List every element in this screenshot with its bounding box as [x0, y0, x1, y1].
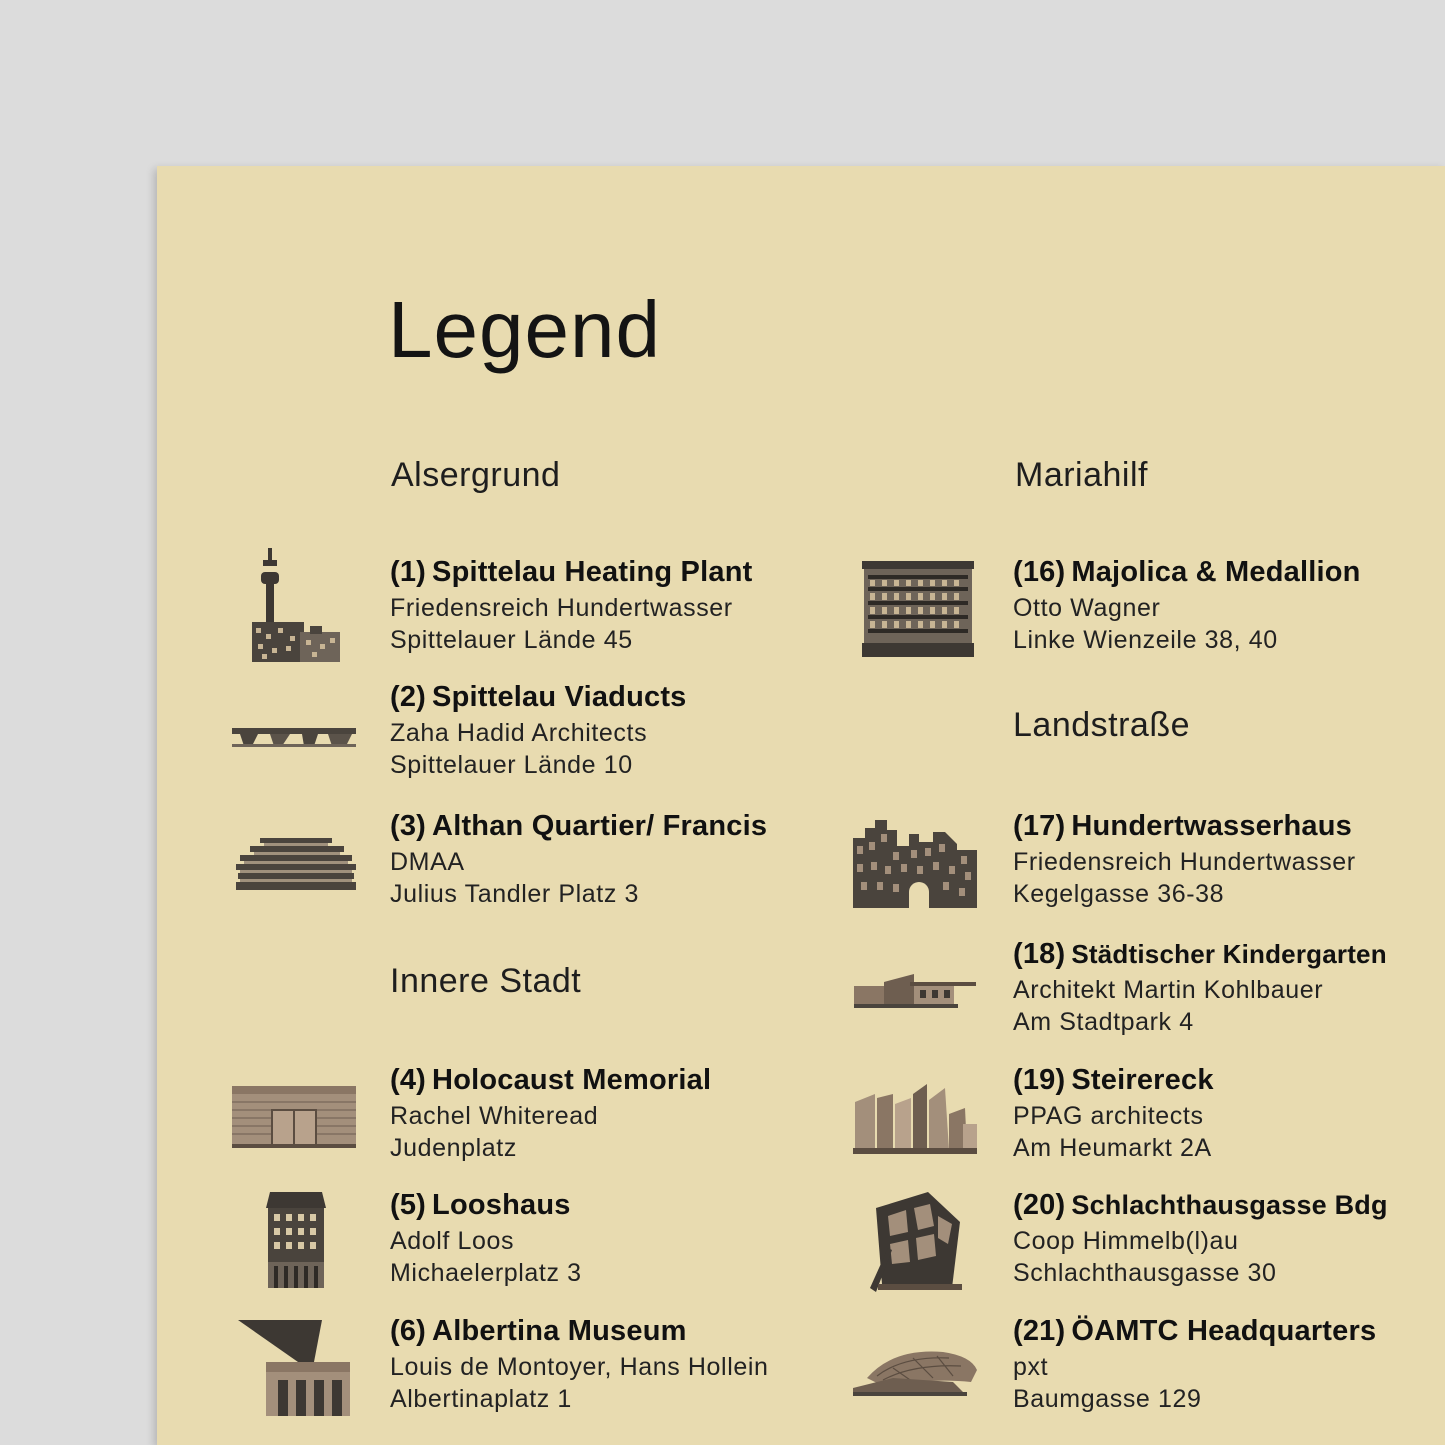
entry-title: (20) Schlachthausgasse Bdg [1013, 1189, 1388, 1221]
entry-title: (17) Hundertwasserhaus [1013, 810, 1352, 842]
entry-architect: Adolf Loos [390, 1227, 515, 1255]
entry-architect: Otto Wagner [1013, 594, 1161, 622]
entry-architect: Architekt Martin Kohlbauer [1013, 976, 1324, 1004]
entry-architect: Zaha Hadid Architects [390, 719, 648, 747]
entry-address: Linke Wienzeile 38, 40 [1013, 626, 1278, 654]
entry-address: Am Stadtpark 4 [1013, 1008, 1194, 1036]
entry-title: (6) Albertina Museum [390, 1315, 687, 1347]
legend-entry: (6) Albertina Museum Louis de Montoyer, H… [390, 1311, 769, 1415]
entry-address: Spittelauer Lände 45 [390, 626, 633, 654]
entry-address: Schlachthausgasse 30 [1013, 1259, 1277, 1287]
looshaus-icon [266, 1192, 326, 1288]
district-heading-alsergrund: Alsergrund [391, 456, 561, 494]
entry-title: (4) Holocaust Memorial [390, 1064, 712, 1096]
viaduct-icon [232, 728, 356, 747]
hundertwasserhaus-icon [853, 820, 977, 908]
oeamtc-icon [853, 1351, 977, 1396]
deconstructed-tower-icon [870, 1192, 962, 1292]
heating-plant-icon [252, 548, 340, 662]
entry-title: (16) Majolica & Medallion [1013, 556, 1361, 588]
legend-entry: (17) Hundertwasserhaus Friedensreich Hund… [1013, 806, 1356, 910]
entry-architect: Friedensreich Hundertwasser [1013, 848, 1356, 876]
entry-title: (19) Steirereck [1013, 1064, 1214, 1096]
entry-address: Judenplatz [390, 1134, 517, 1162]
legend-entry: (19) Steirereck PPAG architects Am Heumar… [1013, 1060, 1214, 1164]
entry-address: Julius Tandler Platz 3 [390, 880, 639, 908]
entry-title: (5) Looshaus [390, 1189, 571, 1221]
memorial-icon [232, 1086, 356, 1148]
entry-title: (18) Städtischer Kindergarten [1013, 938, 1387, 970]
district-heading-landstrasse: Landstraße [1013, 706, 1190, 744]
entry-architect: Rachel Whiteread [390, 1102, 599, 1130]
legend-entry: (4) Holocaust Memorial Rachel Whiteread J… [390, 1060, 711, 1164]
albertina-icon [238, 1320, 350, 1416]
legend-entry: (2) Spittelau Viaducts Zaha Hadid Archite… [390, 677, 687, 781]
entry-title: (2) Spittelau Viaducts [390, 681, 687, 713]
entry-title: (21) ÖAMTC Headquarters [1013, 1315, 1377, 1347]
legend-entry: (16) Majolica & Medallion Otto Wagner Lin… [1013, 552, 1361, 656]
entry-architect: Louis de Montoyer, Hans Hollein [390, 1353, 769, 1381]
entry-architect: Coop Himmelb(l)au [1013, 1227, 1239, 1255]
entry-architect: Friedensreich Hundertwasser [390, 594, 733, 622]
entry-address: Am Heumarkt 2A [1013, 1134, 1212, 1162]
district-heading-mariahilf: Mariahilf [1015, 456, 1148, 494]
entry-address: Baumgasse 129 [1013, 1385, 1202, 1413]
legend-entry: (3) Althan Quartier/ Francis DMAA Julius … [390, 806, 767, 910]
legend-entry: (5) Looshaus Adolf Loos Michaelerplatz 3 [390, 1185, 582, 1289]
legend-entry: (21) ÖAMTC Headquarters pxt Baumgasse 129 [1013, 1311, 1376, 1415]
entry-address: Kegelgasse 36-38 [1013, 880, 1225, 908]
page-title: Legend [388, 285, 661, 374]
district-heading-innere-stadt: Innere Stadt [390, 962, 582, 1000]
entry-address: Albertinaplatz 1 [390, 1385, 572, 1413]
entry-architect: pxt [1013, 1353, 1049, 1381]
entry-title: (3) Althan Quartier/ Francis [390, 810, 768, 842]
majolica-house-icon [862, 561, 974, 657]
entry-architect: PPAG architects [1013, 1102, 1204, 1130]
entry-architect: DMAA [390, 848, 465, 876]
entry-address: Michaelerplatz 3 [390, 1259, 582, 1287]
entry-title: (1) Spittelau Heating Plant [390, 556, 753, 588]
steirereck-icon [853, 1084, 977, 1154]
entry-address: Spittelauer Lände 10 [390, 751, 633, 779]
legend-entry: (1) Spittelau Heating Plant Friedensreich… [390, 552, 752, 656]
stacked-building-icon [236, 838, 356, 890]
kindergarten-icon [854, 974, 976, 1008]
legend-entry: (20) Schlachthausgasse Bdg Coop Himmelb(l… [1013, 1185, 1388, 1289]
legend-entry: (18) Städtischer Kindergarten Architekt M… [1013, 934, 1387, 1038]
